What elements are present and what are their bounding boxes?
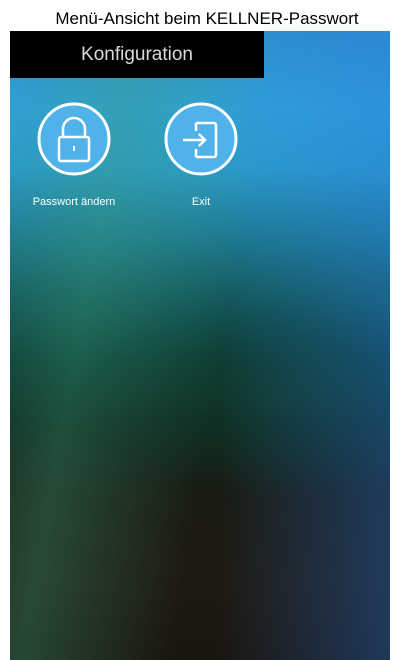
exit-door-icon <box>164 102 238 176</box>
title-bar: Konfiguration <box>10 31 264 78</box>
change-password-label: Passwort ändern <box>32 196 116 208</box>
exit-label: Exit <box>191 196 211 208</box>
page-title: Konfiguration <box>81 44 193 65</box>
figure-caption: Menü-Ansicht beim KELLNER-Passwort <box>55 9 359 28</box>
change-password-button[interactable]: Passwort ändern <box>12 101 142 211</box>
lock-icon <box>37 102 111 176</box>
phone-screen: Konfiguration Passwort ändern Exit <box>10 31 390 660</box>
exit-button[interactable]: Exit <box>139 101 269 211</box>
